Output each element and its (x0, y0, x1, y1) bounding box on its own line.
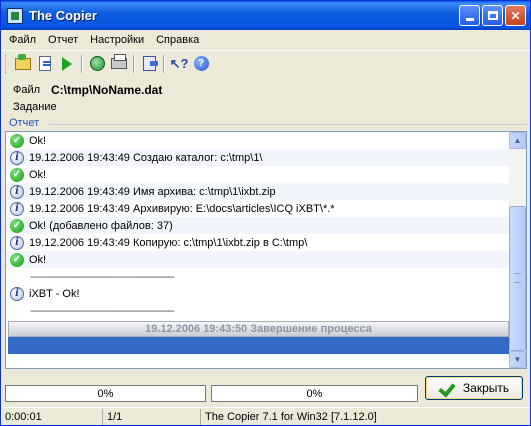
close-button[interactable]: Закрыть (425, 376, 523, 400)
maximize-button[interactable] (482, 5, 503, 26)
info-icon: i (10, 235, 24, 250)
help-button[interactable]: ? (190, 53, 212, 75)
log-row[interactable]: i 19.12.2006 19:43:49 Имя архива: c:\tmp\… (6, 183, 511, 200)
task-label: Задание (13, 101, 57, 113)
edit-task-button[interactable] (34, 53, 56, 75)
file-path: C:\tmp\NoName.dat (51, 83, 163, 97)
minimize-button[interactable] (459, 5, 480, 26)
log-divider: ----------------------------------------… (30, 270, 175, 283)
menu-help[interactable]: Справка (150, 34, 205, 46)
refresh-button[interactable] (86, 53, 108, 75)
report-label: Отчет (9, 117, 40, 129)
scroll-thumb[interactable] (509, 206, 526, 351)
close-window-button[interactable]: ✕ (505, 5, 526, 26)
status-bar: 0:00:01 1/1 The Copier 7.1 for Win32 [7.… (1, 407, 530, 426)
log-text: Ok! (29, 168, 47, 181)
log-row[interactable]: i 19.12.2006 19:43:49 Создаю каталог: c:\… (6, 149, 511, 166)
log-row[interactable]: Ok! (добавлено файлов: 37) (6, 217, 511, 234)
window-controls: ✕ (459, 5, 526, 26)
total-progress-text: 0% (306, 387, 323, 400)
menu-settings[interactable]: Настройки (84, 34, 150, 46)
report-divider (49, 124, 527, 125)
log-row[interactable]: Ok! (6, 166, 511, 183)
total-progress-bar: 0% (211, 385, 418, 402)
toolbar-separator (81, 54, 83, 73)
open-folder-icon (15, 53, 31, 70)
main-window: The Copier ✕ Файл Отчет Настройки Справк… (0, 0, 531, 426)
close-button-label: Закрыть (462, 381, 510, 395)
log-text: Ok! (добавлено файлов: 37) (29, 219, 173, 232)
log-row[interactable]: i 19.12.2006 19:43:49 Копирую: c:\tmp\1\i… (6, 234, 511, 251)
toolbar-grip[interactable] (5, 54, 8, 73)
log-text: iXBT - Ok! (29, 287, 80, 300)
file-label: Файл (13, 84, 41, 96)
log-row[interactable]: Ok! (6, 132, 511, 149)
scroll-down-button[interactable]: ▼ (509, 351, 526, 368)
title-bar[interactable]: The Copier ✕ (1, 1, 530, 30)
status-version: The Copier 7.1 for Win32 [7.1.12.0] (205, 411, 377, 423)
log-text: 19.12.2006 19:43:49 Копирую: c:\tmp\1\ix… (29, 236, 308, 249)
file-progress-text: 0% (97, 387, 114, 400)
file-progress-bar: 0% (5, 385, 206, 402)
print-icon (111, 54, 127, 69)
log-text: 19.12.2006 19:43:49 Создаю каталог: c:\t… (29, 151, 263, 164)
toolbar-separator (163, 54, 165, 73)
refresh-icon (89, 56, 105, 71)
ok-icon (10, 252, 24, 267)
scroll-up-button[interactable]: ▲ (509, 132, 526, 149)
info-icon: i (10, 184, 24, 199)
log-selected-row[interactable] (8, 337, 509, 354)
toolbar-separator (133, 54, 135, 73)
run-button[interactable] (56, 53, 78, 75)
exit-icon (142, 56, 158, 71)
app-icon (7, 7, 23, 24)
menu-report[interactable]: Отчет (42, 34, 84, 46)
toolbar: ↖? ? (1, 50, 530, 76)
help-icon: ? (193, 56, 209, 71)
print-button[interactable] (108, 53, 130, 75)
ok-icon (10, 218, 24, 233)
file-row: Файл C:\tmp\NoName.dat (13, 83, 162, 97)
checkmark-icon (439, 381, 457, 395)
log-divider: ----------------------------------------… (30, 304, 175, 317)
maximize-icon (487, 11, 498, 20)
exit-button[interactable] (138, 53, 160, 75)
ok-icon (10, 167, 24, 182)
arrow-up-icon: ▲ (513, 136, 522, 145)
log-text: 19.12.2006 19:43:49 Имя архива: c:\tmp\1… (29, 185, 276, 198)
menu-file[interactable]: Файл (3, 34, 42, 46)
log-summary-row[interactable]: 19.12.2006 19:43:50 Завершение процесса (8, 321, 509, 337)
menu-bar: Файл Отчет Настройки Справка (1, 30, 530, 49)
log-row[interactable]: i 19.12.2006 19:43:49 Архивирую: E:\docs\… (6, 200, 511, 217)
arrow-down-icon: ▼ (513, 355, 522, 364)
edit-task-icon (39, 56, 51, 71)
log-text: 19.12.2006 19:43:49 Архивирую: E:\docs\a… (29, 202, 335, 215)
log-scrollbar[interactable]: ▲ ▼ (509, 132, 526, 368)
log-row[interactable]: i iXBT - Ok! (6, 285, 511, 302)
ok-icon (10, 133, 24, 148)
minimize-icon (465, 18, 474, 21)
log-list: Ok! i 19.12.2006 19:43:49 Создаю каталог:… (6, 132, 511, 368)
close-icon: ✕ (510, 8, 521, 23)
log-text: Ok! (29, 253, 47, 266)
context-help-button[interactable]: ↖? (168, 53, 190, 75)
status-count: 1/1 (103, 409, 201, 425)
run-icon (62, 56, 72, 71)
report-log[interactable]: Ok! i 19.12.2006 19:43:49 Создаю каталог:… (5, 131, 527, 369)
log-text: Ok! (29, 134, 47, 147)
info-icon: i (10, 286, 24, 301)
open-button[interactable] (12, 53, 34, 75)
info-icon: i (10, 150, 24, 165)
context-help-icon: ↖? (169, 55, 189, 71)
info-icon: i (10, 201, 24, 216)
log-row[interactable]: Ok! (6, 251, 511, 268)
window-title: The Copier (29, 8, 97, 23)
status-elapsed: 0:00:01 (1, 409, 103, 425)
